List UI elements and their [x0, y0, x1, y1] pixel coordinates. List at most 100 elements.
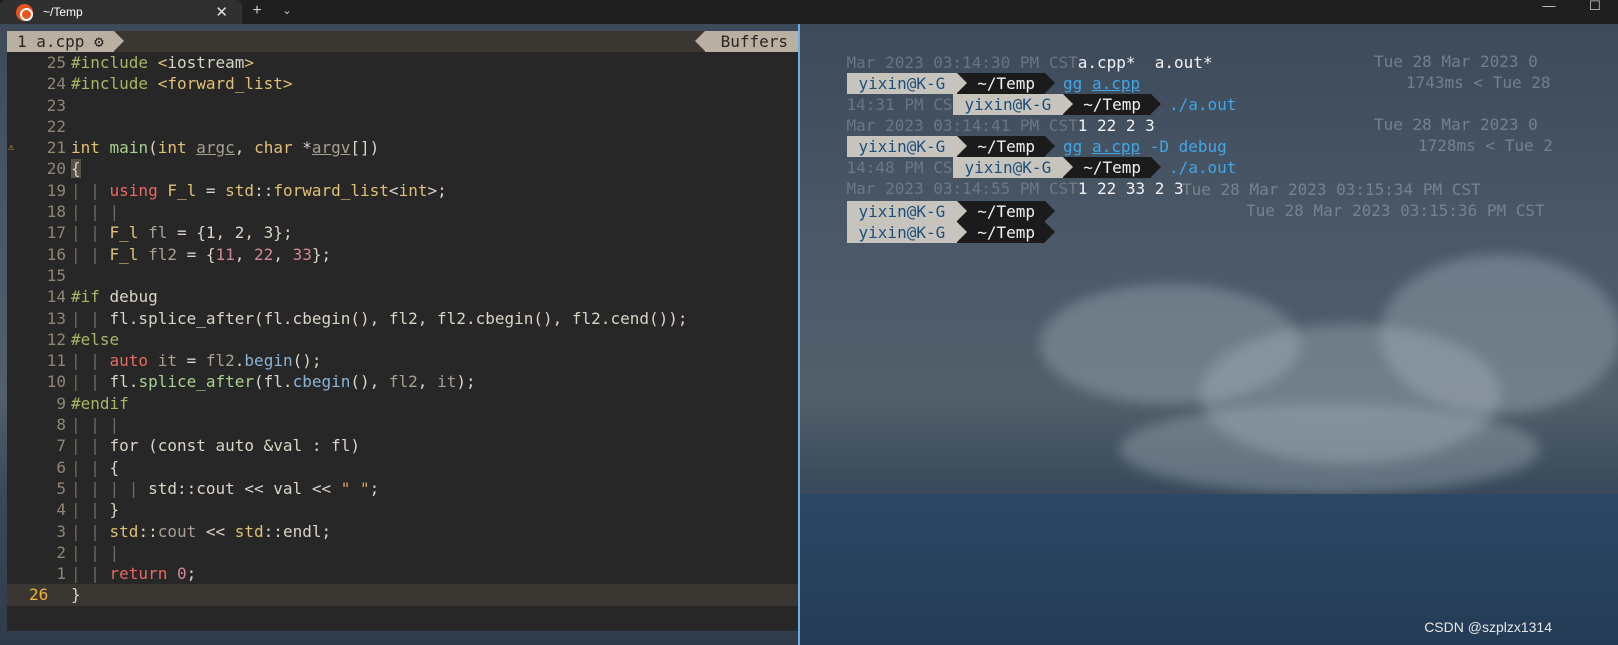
line-number: 1	[56, 564, 66, 584]
line-number: 14	[46, 287, 66, 307]
code-line[interactable]: 26}	[7, 584, 798, 606]
prompt-dir: ~/Temp	[957, 222, 1055, 243]
code-text: int main(int argc, char *argv[])	[71, 138, 380, 158]
right-prompt-duration: 1728ms < Tue 2	[1418, 136, 1553, 155]
code-text: | | for (const auto &val : fl)	[71, 436, 360, 456]
maximize-button[interactable]: ☐	[1572, 0, 1618, 24]
line-number: 21	[46, 138, 66, 158]
line-number: 15	[46, 265, 66, 285]
code-line[interactable]: 25 #include <iostream>	[7, 52, 798, 73]
code-text: | | using F_l = std::forward_list<int>;	[71, 180, 447, 200]
code-text: | | F_l fl2 = {11, 22, 33};	[71, 244, 332, 264]
close-tab-icon[interactable]: ✕	[215, 3, 228, 21]
line-number: 24	[46, 74, 66, 94]
code-line[interactable]: 20{	[7, 158, 798, 179]
pane-separator[interactable]	[798, 24, 800, 645]
prompt-line: yixin@K-G ~/Temp gg a.cpp -D debug	[808, 115, 1227, 157]
code-line[interactable]: 1 | | return 0;	[7, 563, 798, 584]
line-number: 3	[56, 521, 66, 541]
code-text: | | std::cout << std::endl;	[71, 521, 332, 541]
ubuntu-icon	[16, 3, 33, 21]
new-tab-button[interactable]: +	[242, 0, 272, 24]
code-line[interactable]: 19 | | using F_l = std::forward_list<int>…	[7, 180, 798, 201]
line-number: 16	[46, 244, 66, 264]
line-number: 12	[46, 329, 66, 349]
code-line[interactable]: 4 | | }	[7, 499, 798, 520]
code-text: | | }	[71, 500, 120, 520]
line-number: 7	[56, 436, 66, 456]
code-line[interactable]: 7 | | for (const auto &val : fl)	[7, 435, 798, 456]
code-line[interactable]: 12 #else	[7, 329, 798, 350]
code-text: {	[71, 159, 81, 179]
prompt-user: yixin@K-G	[846, 222, 967, 243]
prompt-line: yixin@K-G ~/Temp	[808, 180, 1055, 222]
code-line[interactable]: 22	[7, 116, 798, 137]
code-text: | | |	[71, 202, 120, 222]
code-line[interactable]: 2 | | |	[7, 542, 798, 563]
code-line[interactable]: 18 | | |	[7, 201, 798, 222]
buffers-label: Buffers	[694, 31, 798, 52]
code-line[interactable]: 11 | | auto it = fl2.begin();	[7, 350, 798, 371]
code-text: #else	[71, 329, 120, 349]
window-titlebar: ~/Temp ✕ + ⌄ — ☐	[0, 0, 1618, 24]
code-line[interactable]: 14 #if debug	[7, 286, 798, 307]
line-number: 19	[46, 180, 66, 200]
code-line[interactable]: 17 | | F_l fl = {1, 2, 3};	[7, 222, 798, 243]
line-number: 17	[46, 223, 66, 243]
code-text: | | |	[71, 415, 120, 435]
line-number: 5	[56, 478, 66, 498]
code-text: #include <forward_list>	[71, 74, 293, 94]
line-number: 10	[46, 372, 66, 392]
line-number: 6	[56, 457, 66, 477]
line-number: 9	[56, 393, 66, 413]
prompt-line: 14:48 PM CS yixin@K-G ~/Temp ./a.out	[846, 157, 1237, 178]
code-line[interactable]: 23	[7, 95, 798, 116]
vim-tabline: 1 a.cpp ⚙ Buffers	[7, 31, 798, 52]
line-number: 26	[29, 585, 49, 605]
prompt-line[interactable]: yixin@K-G ~/Temp	[808, 201, 1055, 243]
code-text: #if debug	[71, 287, 158, 307]
code-line[interactable]: ⚠ 21 int main(int argc, char *argv[])	[7, 137, 798, 158]
code-text: | | auto it = fl2.begin();	[71, 351, 322, 371]
code-line[interactable]: 8 | | |	[7, 414, 798, 435]
line-number: 20	[46, 159, 66, 179]
line-number: 22	[46, 116, 66, 136]
vim-editor-pane[interactable]: 1 a.cpp ⚙ Buffers 25 #include <iostream> 2…	[7, 31, 798, 631]
code-text: | | fl.splice_after(fl.cbegin(), fl2, fl…	[71, 308, 688, 328]
minimize-button[interactable]: —	[1526, 0, 1572, 24]
warning-sign-icon: ⚠	[8, 142, 15, 154]
code-text: | | return 0;	[71, 564, 197, 584]
terminal-line: Mar 2023 03:14:30 PM CSTa.cpp* a.out*	[808, 31, 1213, 72]
code-line[interactable]: 24 #include <forward_list>	[7, 73, 798, 94]
line-number: 11	[46, 351, 66, 371]
code-line[interactable]: 10 | | fl.splice_after(fl.cbegin(), fl2, …	[7, 371, 798, 392]
line-number: 25	[46, 53, 66, 72]
watermark: CSDN @szplzx1314	[1424, 619, 1552, 635]
buffer-tab-a-cpp[interactable]: 1 a.cpp ⚙	[7, 31, 124, 52]
program-output: 1 22 33 2 3	[1077, 179, 1184, 198]
code-text: | | F_l fl = {1, 2, 3};	[71, 223, 293, 243]
terminal-tab[interactable]: ~/Temp ✕	[0, 0, 242, 24]
tab-dropdown-button[interactable]: ⌄	[272, 0, 302, 24]
right-prompt-time: Tue 28 Mar 2023 03:15:36 PM CST	[1246, 201, 1545, 220]
command-text: ./a.out	[1169, 95, 1237, 114]
code-text: | | | | std::cout << val << " ";	[71, 478, 380, 498]
line-number: 4	[56, 500, 66, 520]
code-line[interactable]: 5 | | | | std::cout << val << " ";	[7, 478, 798, 499]
code-line[interactable]: 6 | | {	[7, 457, 798, 478]
code-line[interactable]: 3 | | std::cout << std::endl;	[7, 521, 798, 542]
code-line[interactable]: 9 #endif	[7, 393, 798, 414]
line-number: 23	[46, 95, 66, 115]
code-line[interactable]: 15	[7, 265, 798, 286]
prompt-line: yixin@K-G ~/Temp gg a.cpp	[808, 52, 1140, 94]
code-line[interactable]: 13 | | fl.splice_after(fl.cbegin(), fl2, …	[7, 308, 798, 329]
code-area[interactable]: 25 #include <iostream> 24 #include <forward…	[7, 52, 798, 606]
line-number: 8	[56, 415, 66, 435]
code-text: | | |	[71, 542, 120, 562]
right-prompt-duration: 1743ms < Tue 28	[1406, 73, 1551, 92]
line-number: 2	[56, 542, 66, 562]
tab-title: ~/Temp	[43, 5, 83, 19]
right-prompt-time: Tue 28 Mar 2023 03:15:34 PM CST	[1182, 180, 1481, 199]
code-text: | | {	[71, 457, 120, 477]
code-line[interactable]: 16 | | F_l fl2 = {11, 22, 33};	[7, 244, 798, 265]
